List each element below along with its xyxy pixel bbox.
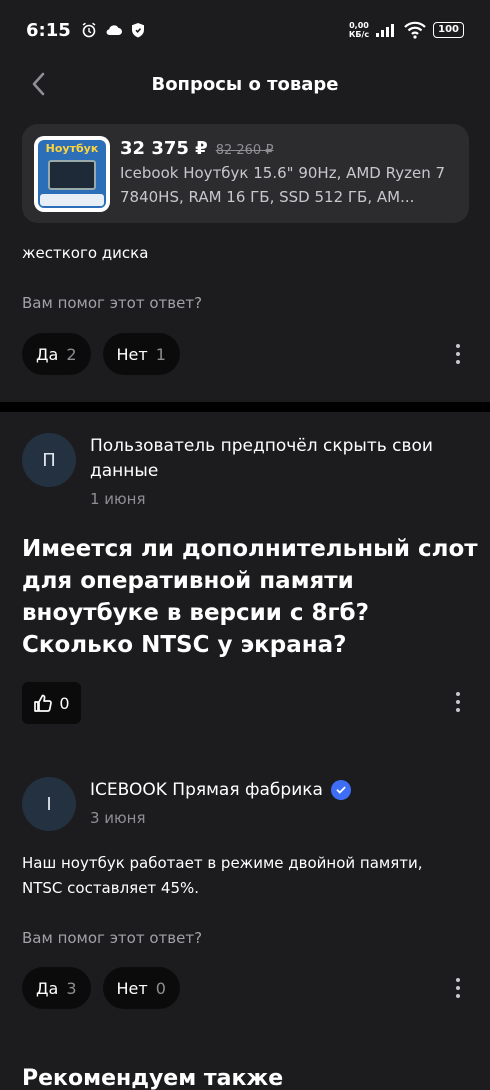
- vote-no-button[interactable]: Нет 0: [102, 967, 180, 1009]
- vote-no-count: 1: [155, 344, 166, 364]
- price-row: 32 375 ₽ 82 260 ₽: [120, 138, 455, 159]
- question-date: 1 июня: [90, 490, 146, 508]
- wifi-icon: [404, 21, 426, 39]
- vote-no-button[interactable]: Нет 1: [102, 333, 180, 375]
- network-speed-unit: КБ/с: [348, 30, 370, 39]
- answer-author: ICEBOOK Прямая фабрика: [90, 778, 351, 803]
- more-options-icon[interactable]: [446, 972, 470, 1004]
- vote-no-label: Нет: [116, 344, 148, 364]
- vote-no-count: 0: [155, 978, 166, 998]
- thumbnail-badge: [40, 193, 104, 206]
- recommendations-title: Рекомендуем также: [22, 1066, 284, 1090]
- laptop-image: [48, 159, 96, 190]
- product-old-price: 82 260 ₽: [215, 143, 274, 158]
- vote-yes-button[interactable]: Да 2: [22, 333, 91, 375]
- question-line-1: Имеется ли дополнительный слот для опера…: [22, 536, 478, 658]
- status-bar: 6:15 0,00 КБ/с 100: [0, 0, 490, 60]
- thumbs-up-icon: [34, 694, 53, 712]
- section-divider: [0, 402, 490, 412]
- shield-icon: [131, 23, 144, 38]
- battery-indicator: 100: [433, 22, 464, 38]
- vote-yes-count: 2: [66, 344, 77, 364]
- product-info: 32 375 ₽ 82 260 ₽ Icebook Ноутбук 15.6" …: [120, 138, 455, 209]
- avatar: П: [22, 433, 76, 487]
- more-options-icon[interactable]: [446, 686, 470, 718]
- vote-yes-label: Да: [36, 978, 59, 998]
- verified-icon: [330, 780, 351, 800]
- helpful-question: Вам помог этот ответ?: [22, 929, 203, 947]
- answer-text-fragment: жесткого диска: [22, 244, 149, 262]
- answer-text: Наш ноутбук работает в режиме двойной па…: [22, 854, 423, 897]
- vote-row: Да 3 Нет 0: [22, 967, 180, 1009]
- status-left-icons: [81, 22, 145, 38]
- product-card[interactable]: Ноутбук 32 375 ₽ 82 260 ₽ Icebook Ноутбу…: [22, 124, 469, 223]
- header: Вопросы о товаре: [0, 60, 490, 108]
- network-speed-value: 0,00: [349, 21, 369, 30]
- vote-yes-label: Да: [36, 344, 59, 364]
- vote-no-label: Нет: [116, 978, 148, 998]
- like-count: 0: [59, 693, 70, 713]
- thumbnail-label: Ноутбук: [45, 141, 99, 155]
- network-speed: 0,00 КБ/с: [349, 21, 369, 39]
- cloud-icon: [106, 25, 122, 36]
- like-button[interactable]: 0: [22, 682, 81, 724]
- alarm-icon: [82, 22, 96, 38]
- product-description: Icebook Ноутбук 15.6" 90Hz, AMD Ryzen 7 …: [120, 164, 446, 206]
- back-button[interactable]: [22, 68, 54, 100]
- vote-yes-count: 3: [66, 978, 77, 998]
- helpful-question: Вам помог этот ответ?: [22, 294, 203, 312]
- vote-yes-button[interactable]: Да 3: [22, 967, 91, 1009]
- product-price: 32 375 ₽: [120, 138, 208, 159]
- more-options-icon[interactable]: [446, 338, 470, 370]
- answer-author-name: ICEBOOK Прямая фабрика: [90, 780, 323, 800]
- chevron-left-icon: [32, 72, 45, 96]
- answer-date: 3 июня: [90, 809, 146, 827]
- page-title: Вопросы о товаре: [151, 73, 339, 95]
- product-thumbnail: Ноутбук: [34, 135, 110, 212]
- question-author-name: Пользователь предпочёл скрыть свои данны…: [90, 436, 433, 481]
- status-right: 0,00 КБ/с 100: [349, 21, 464, 39]
- vote-row: Да 2 Нет 1: [22, 333, 180, 375]
- avatar: I: [22, 777, 76, 831]
- signal-icon: [376, 24, 395, 37]
- question-text: Имеется ли дополнительный слот для опера…: [22, 533, 482, 661]
- status-time: 6:15: [26, 19, 71, 41]
